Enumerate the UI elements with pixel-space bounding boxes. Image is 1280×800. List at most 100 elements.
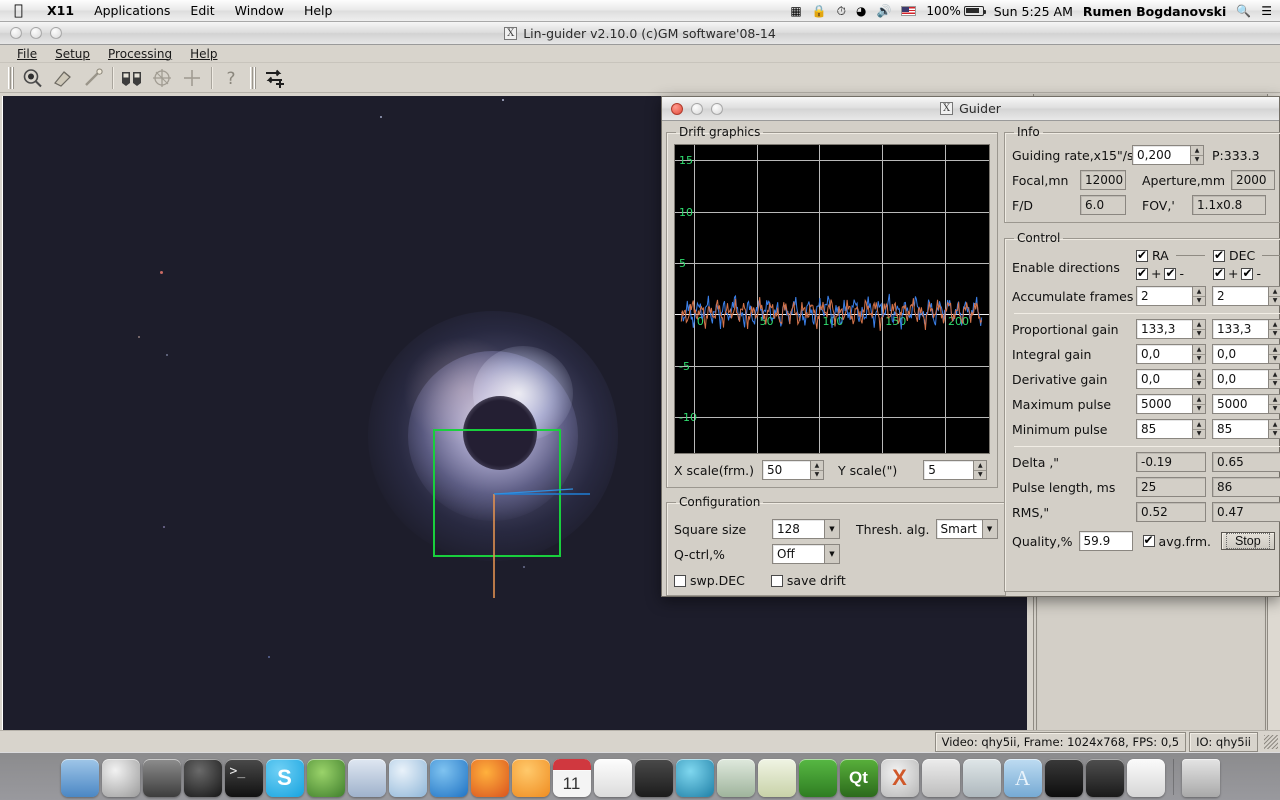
spin-up-icon[interactable]: ▲ <box>1269 345 1280 355</box>
menu-file[interactable]: File <box>8 47 46 61</box>
dec-accumulate-frames-spinner[interactable]: 2▲▼ <box>1212 286 1280 306</box>
swap-icon[interactable] <box>260 65 290 91</box>
menubar-item-edit[interactable]: Edit <box>180 0 224 22</box>
spin-down-icon[interactable]: ▼ <box>1269 430 1280 439</box>
checkbox-box[interactable] <box>674 575 686 587</box>
menubar-item-help[interactable]: Help <box>294 0 343 22</box>
safari-icon[interactable] <box>389 759 427 797</box>
skype-icon[interactable]: S <box>266 759 304 797</box>
spin-down-icon[interactable]: ▼ <box>1193 330 1205 339</box>
volume-icon[interactable]: 🔊 <box>876 0 891 22</box>
target-icon[interactable] <box>147 65 177 91</box>
reminders-icon[interactable] <box>594 759 632 797</box>
keyboard-icon[interactable]: ▦ <box>790 0 801 22</box>
menu-help[interactable]: Help <box>181 47 226 61</box>
spinner-input[interactable]: 133,3 <box>1212 319 1268 339</box>
square-size-value[interactable]: 128 <box>772 519 824 539</box>
spinner-buttons[interactable]: ▲▼ <box>1192 286 1206 306</box>
firefox-icon[interactable] <box>471 759 509 797</box>
search-icon[interactable]: 🔍 <box>1236 0 1251 22</box>
keynote-icon[interactable] <box>799 759 837 797</box>
spin-down-icon[interactable]: ▼ <box>1269 330 1280 339</box>
checkbox-box[interactable] <box>771 575 783 587</box>
dec-integral-gain-spinner[interactable]: 0,0▲▼ <box>1212 344 1280 364</box>
dec-plus-checkbox[interactable] <box>1213 268 1225 280</box>
numbers-icon[interactable] <box>1127 759 1165 797</box>
stop-button[interactable]: Stop <box>1221 532 1275 550</box>
spinner-buttons[interactable]: ▲▼ <box>1268 286 1280 306</box>
spin-up-icon[interactable]: ▲ <box>1193 320 1205 330</box>
photos-icon[interactable] <box>758 759 796 797</box>
dec-proportional-gain-spinner[interactable]: 133,3▲▼ <box>1212 319 1280 339</box>
spin-down-icon[interactable]: ▼ <box>1269 297 1280 306</box>
qt-icon[interactable]: Qt <box>840 759 878 797</box>
guiding-rate-spinner[interactable]: 0,200 ▲ ▼ <box>1132 145 1204 165</box>
lock-icon[interactable]: 🔒 <box>812 0 827 22</box>
spinner-input[interactable]: 0,0 <box>1212 369 1268 389</box>
guiding-rate-input[interactable]: 0,200 <box>1132 145 1190 165</box>
wand-icon[interactable] <box>78 65 108 91</box>
menu-setup[interactable]: Setup <box>46 47 99 61</box>
calendar-icon[interactable]: 11 <box>553 759 591 797</box>
terminal-icon[interactable]: >_ <box>225 759 263 797</box>
spinner-buttons[interactable]: ▲▼ <box>1192 419 1206 439</box>
spinner-buttons[interactable]: ▲▼ <box>1268 419 1280 439</box>
spinner-input[interactable]: 85 <box>1136 419 1192 439</box>
display-icon[interactable] <box>1045 759 1083 797</box>
thresh-alg-value[interactable]: Smart <box>936 519 982 539</box>
ra-enable-checkbox[interactable] <box>1136 250 1148 262</box>
ra-minus-checkbox[interactable] <box>1164 268 1176 280</box>
spin-down-icon[interactable]: ▼ <box>1269 380 1280 389</box>
astro-icon[interactable] <box>635 759 673 797</box>
menubar-item-window[interactable]: Window <box>225 0 294 22</box>
calibrate-icon[interactable] <box>48 65 78 91</box>
guider-icon[interactable] <box>117 65 147 91</box>
dec-minus-checkbox[interactable] <box>1241 268 1253 280</box>
spin-up-icon[interactable]: ▲ <box>1193 370 1205 380</box>
spin-down-icon[interactable]: ▼ <box>1193 380 1205 389</box>
save-drift-checkbox[interactable]: save drift <box>771 573 846 588</box>
spinner-buttons[interactable]: ▲▼ <box>1192 319 1206 339</box>
spinner-buttons[interactable]: ▲▼ <box>1268 344 1280 364</box>
square-size-select[interactable]: 128 ▼ <box>772 519 840 539</box>
menubar-item-applications[interactable]: Applications <box>84 0 180 22</box>
ra-derivative-gain-spinner[interactable]: 0,0▲▼ <box>1136 369 1206 389</box>
dashboard-icon[interactable] <box>184 759 222 797</box>
main-window-titlebar[interactable]: X Lin-guider v2.10.0 (c)GM software'08-1… <box>0 22 1280 45</box>
spin-up-icon[interactable]: ▲ <box>811 461 823 471</box>
resize-grip[interactable] <box>1264 735 1278 749</box>
ra-plus-checkbox[interactable] <box>1136 268 1148 280</box>
spin-up-icon[interactable]: ▲ <box>1269 287 1280 297</box>
menubar-clock[interactable]: Sun 5:25 AM <box>994 4 1073 19</box>
finder-icon[interactable] <box>61 759 99 797</box>
minimize-button[interactable] <box>30 27 42 39</box>
qctrl-value[interactable]: Off <box>772 544 824 564</box>
ra-maximum-pulse-spinner[interactable]: 5000▲▼ <box>1136 394 1206 414</box>
spinner-buttons[interactable]: ▲▼ <box>1192 369 1206 389</box>
menu-processing[interactable]: Processing <box>99 47 181 61</box>
flag-icon[interactable] <box>901 6 916 16</box>
spin-down-icon[interactable]: ▼ <box>1193 355 1205 364</box>
spin-down-icon[interactable]: ▼ <box>1193 405 1205 414</box>
battery-status[interactable]: 100% <box>926 4 983 18</box>
spin-down-icon[interactable]: ▼ <box>1193 430 1205 439</box>
applications-folder-icon[interactable]: A <box>1004 759 1042 797</box>
x-scale-input[interactable]: 50 <box>762 460 810 480</box>
spin-up-icon[interactable]: ▲ <box>1193 345 1205 355</box>
spinner-input[interactable]: 0,0 <box>1136 344 1192 364</box>
spin-up-icon[interactable]: ▲ <box>1193 420 1205 430</box>
spin-down-icon[interactable]: ▼ <box>811 471 823 480</box>
iphoto-icon[interactable] <box>922 759 960 797</box>
spin-up-icon[interactable]: ▲ <box>1193 287 1205 297</box>
launchpad-icon[interactable] <box>102 759 140 797</box>
spinner-buttons[interactable]: ▲▼ <box>1192 344 1206 364</box>
mail-icon[interactable] <box>348 759 386 797</box>
chevron-down-icon[interactable]: ▼ <box>824 519 840 539</box>
toolbar-grip[interactable] <box>8 67 14 89</box>
ra-accumulate-frames-spinner[interactable]: 2▲▼ <box>1136 286 1206 306</box>
menubar-username[interactable]: Rumen Bogdanovski <box>1083 4 1226 19</box>
ra-integral-gain-spinner[interactable]: 0,0▲▼ <box>1136 344 1206 364</box>
y-scale-spin-buttons[interactable]: ▲ ▼ <box>973 460 987 480</box>
close-button[interactable] <box>10 27 22 39</box>
ra-proportional-gain-spinner[interactable]: 133,3▲▼ <box>1136 319 1206 339</box>
